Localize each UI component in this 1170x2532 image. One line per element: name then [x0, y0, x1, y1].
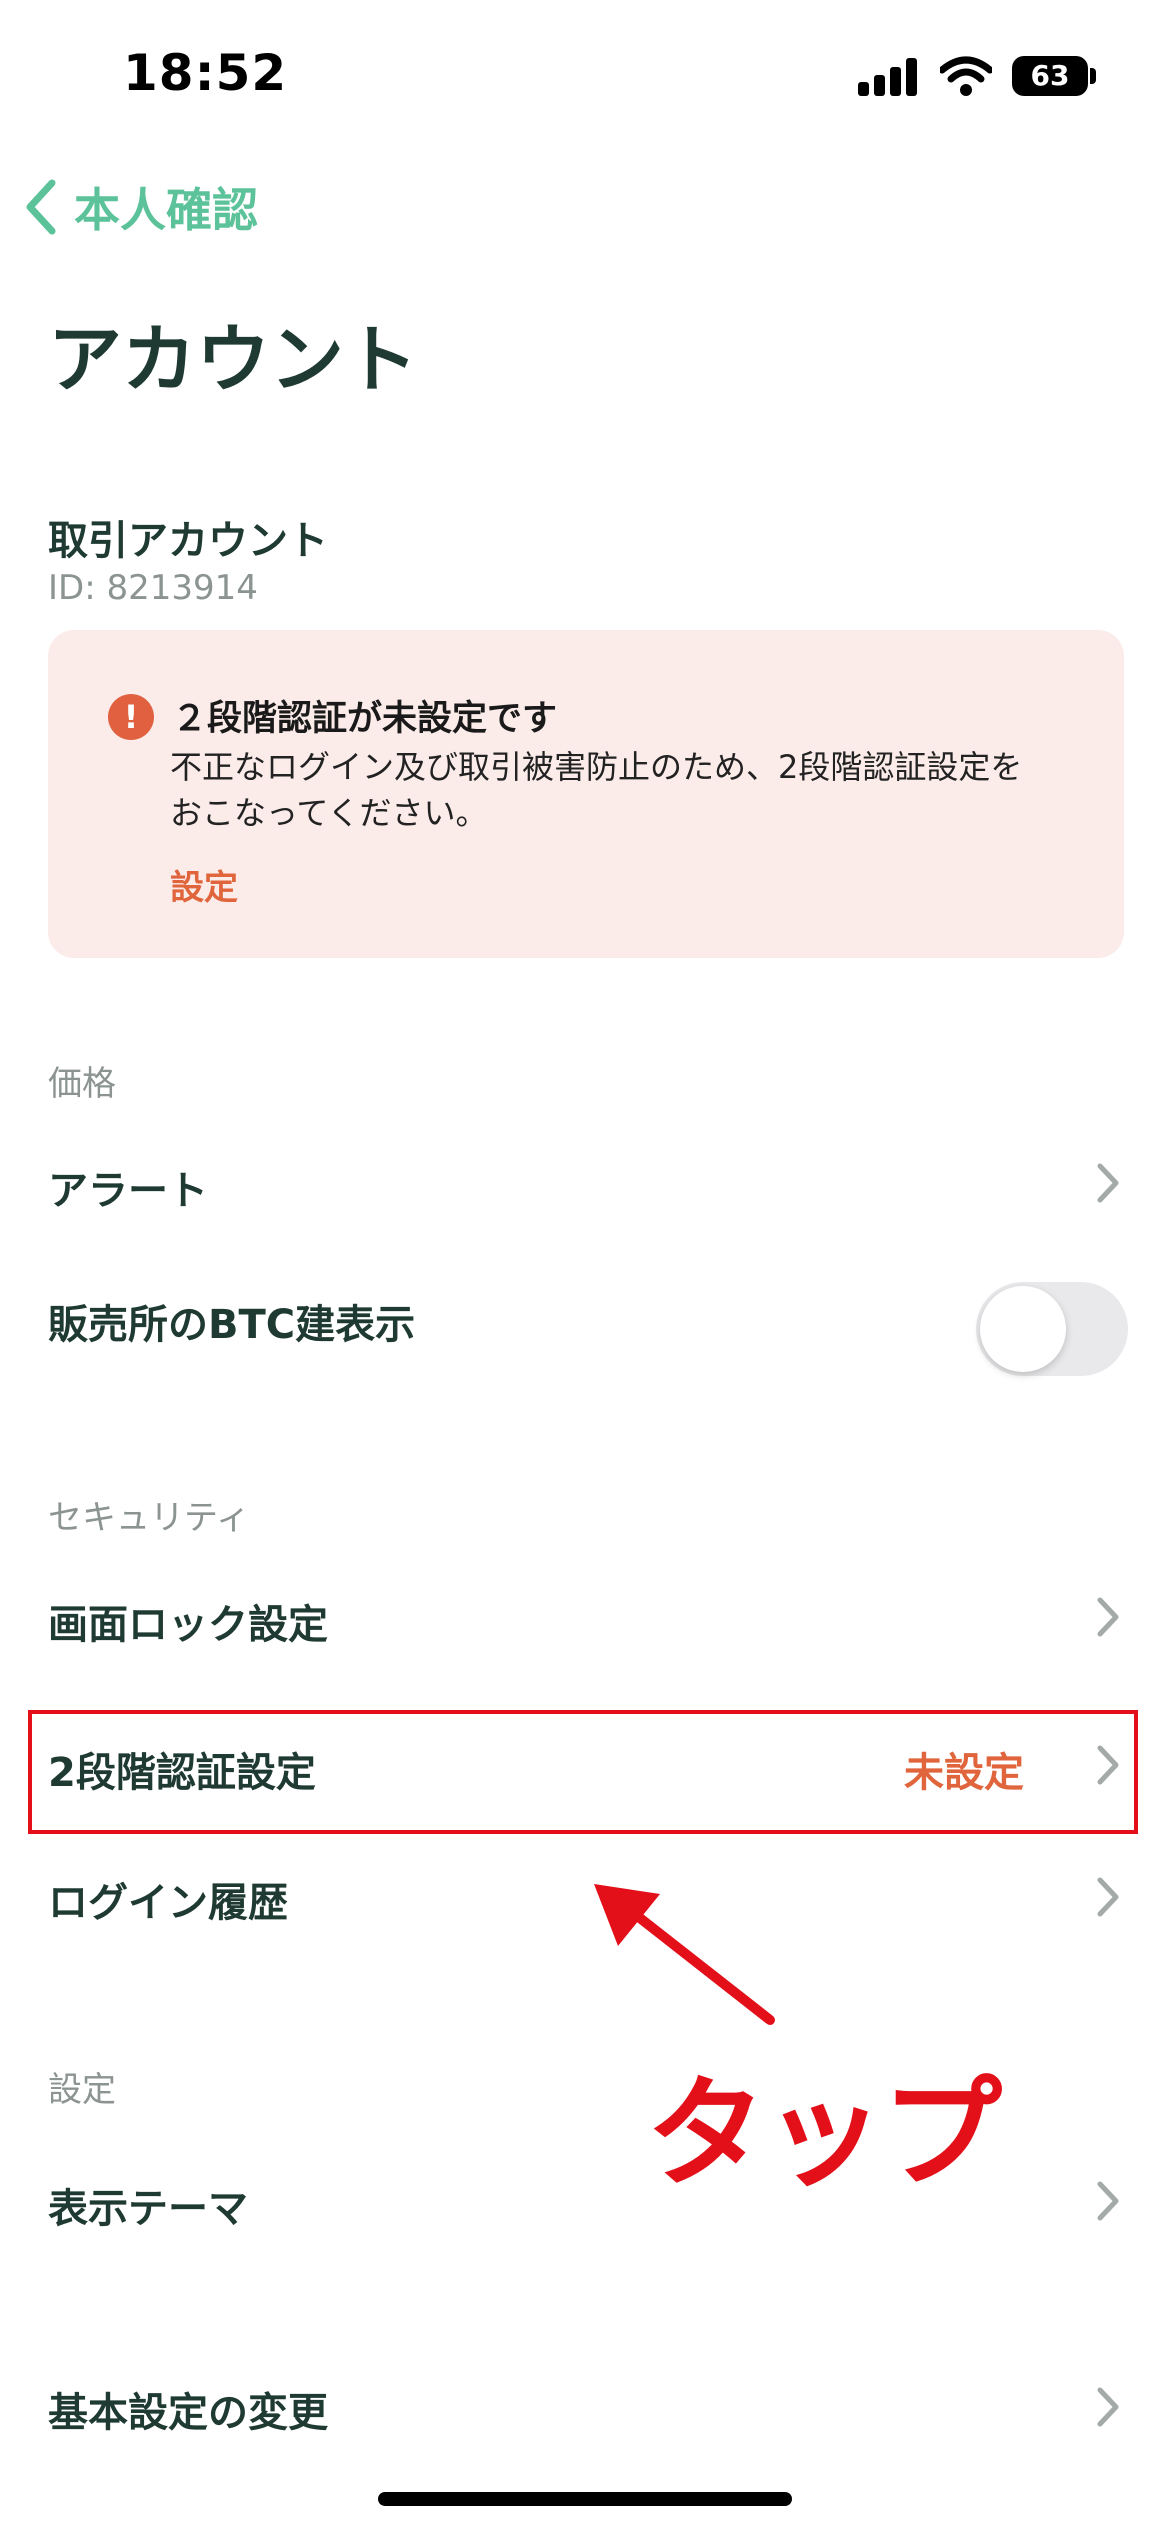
row-login-history-label[interactable]: ログイン履歴 [48, 1870, 288, 1928]
home-indicator[interactable] [378, 2492, 792, 2506]
wifi-icon [940, 56, 992, 96]
btc-display-toggle[interactable] [976, 1282, 1128, 1376]
account-title: 取引アカウント [48, 518, 328, 564]
row-screen-lock-label[interactable]: 画面ロック設定 [48, 1592, 328, 1650]
chevron-left-icon [26, 179, 56, 235]
chevron-right-icon[interactable] [1094, 2384, 1122, 2430]
battery-icon: 63 [1012, 56, 1088, 96]
alert-body-line2: おこなってください。 [170, 794, 488, 832]
chevron-right-icon[interactable] [1094, 1160, 1122, 1206]
row-theme-label[interactable]: 表示テーマ [48, 2176, 248, 2234]
back-label: 本人確認 [74, 183, 258, 237]
alert-setup-link[interactable]: 設定 [170, 860, 238, 909]
section-header-settings: 設定 [48, 2070, 116, 2110]
tap-annotation: タップ [646, 2065, 1002, 2204]
page-title: アカウント [48, 317, 418, 403]
battery-tip [1090, 68, 1096, 84]
chevron-right-icon[interactable] [1094, 2178, 1122, 2224]
chevron-right-icon[interactable] [1094, 1874, 1122, 1920]
row-alert-label[interactable]: アラート [48, 1158, 208, 1216]
status-time: 18:52 [123, 44, 288, 102]
toggle-knob [980, 1286, 1066, 1372]
account-id: ID: 8213914 [48, 568, 258, 608]
row-btc-display-label: 販売所のBTC建表示 [48, 1302, 416, 1348]
section-header-security: セキュリティ [48, 1498, 250, 1538]
chevron-right-icon[interactable] [1094, 1594, 1122, 1640]
alert-body: 不正なログイン及び取引被害防止のため、2段階認証設定を おこなってください。 [170, 744, 1070, 836]
section-header-price: 価格 [48, 1064, 116, 1104]
alert-title: ２段階認証が未設定です [172, 699, 558, 739]
exclamation-circle-icon: ! [108, 694, 154, 740]
tap-highlight-box [28, 1710, 1138, 1834]
row-basic-settings-label[interactable]: 基本設定の変更 [48, 2380, 328, 2438]
cellular-signal-icon [858, 58, 918, 96]
arrow-annotation-icon [594, 1884, 775, 2025]
alert-body-line1: 不正なログイン及び取引被害防止のため、2段階認証設定を [170, 748, 1023, 786]
back-button[interactable]: 本人確認 [20, 172, 258, 242]
